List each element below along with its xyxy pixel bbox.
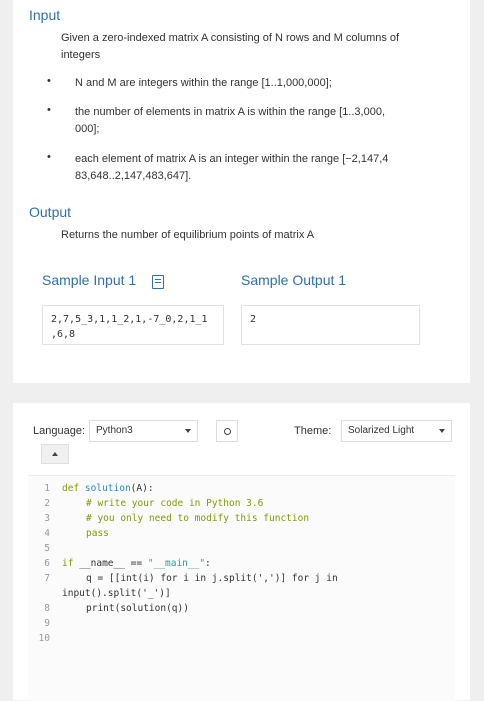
code-line: 10: [28, 631, 455, 646]
chevron-down-icon: [185, 429, 191, 433]
code-text: print(solution(q)): [86, 603, 189, 614]
line-number: 10: [38, 633, 50, 644]
code-text: input().split('_')]: [62, 588, 171, 599]
line-number: 8: [44, 603, 50, 614]
language-label: Language:: [33, 425, 85, 437]
line-number: 6: [44, 558, 50, 569]
output-heading: Output: [29, 204, 72, 220]
line-number: 7: [44, 573, 50, 584]
code-text: __name__: [79, 558, 125, 569]
sample-output-box: 2: [241, 305, 420, 345]
code-line: 6 if __name__ == "__main__":: [28, 556, 455, 571]
copy-icon[interactable]: [152, 275, 164, 289]
sample-input-title: Sample Input 1: [42, 272, 137, 288]
theme-label: Theme:: [294, 425, 332, 437]
line-number: 1: [44, 483, 50, 494]
input-intro-line2: integers: [61, 49, 101, 61]
code-text: (A):: [130, 483, 154, 494]
bullet-2-line1: the number of elements in matrix A is wi…: [75, 106, 386, 118]
code-editor[interactable]: 1 def solution(A): 2 # write your code i…: [28, 475, 455, 701]
function-name: solution: [84, 483, 131, 494]
code-line: 3 # you only need to modify this functio…: [28, 511, 455, 526]
line-number: 9: [44, 618, 50, 629]
code-line: 5: [28, 541, 455, 556]
sample-input-line1: 2,7,5_3,1,1_2,1,-7_0,2,1_1: [51, 314, 208, 325]
bullet-3-line2: 83,648..2,147,483,647].: [75, 170, 192, 182]
code-line: 2 # write your code in Python 3.6: [28, 496, 455, 511]
code-line: 8 print(solution(q)): [28, 601, 455, 616]
code-line: 9: [28, 616, 455, 631]
line-number: 4: [44, 528, 50, 539]
code-text: ==: [124, 558, 148, 569]
sample-input-box: 2,7,5_3,1,1_2,1,-7_0,2,1_1 ,6,8: [42, 305, 224, 345]
code-string: "__main__": [147, 558, 206, 569]
bullet-dot: •: [47, 104, 51, 116]
code-line: input().split('_')]: [28, 586, 455, 601]
language-value: Python3: [96, 425, 133, 436]
output-text: Returns the number of equilibrium points…: [61, 229, 315, 241]
reset-icon: [224, 428, 231, 435]
code-line: 1 def solution(A):: [28, 481, 455, 496]
input-heading: Input: [29, 7, 61, 23]
keyword: if: [62, 558, 74, 569]
code-comment: # write your code in Python 3.6: [86, 498, 264, 509]
theme-select[interactable]: Solarized Light: [341, 420, 452, 442]
chevron-up-icon: [52, 452, 58, 456]
code-text: q = [[int(i) for i in j.split(',')] for …: [86, 573, 338, 584]
bullet-2-line2: 000];: [75, 123, 100, 135]
sample-output-value: 2: [250, 314, 257, 325]
code-line: 7 q = [[int(i) for i in j.split(',')] fo…: [28, 571, 455, 586]
theme-value: Solarized Light: [348, 425, 415, 436]
bullet-dot: •: [47, 151, 51, 163]
collapse-button[interactable]: [41, 444, 69, 464]
keyword: pass: [86, 528, 109, 539]
code-line: 4 pass: [28, 526, 455, 541]
keyword: def: [62, 483, 80, 494]
chevron-down-icon: [439, 429, 445, 433]
bullet-3-line1: each element of matrix A is an integer w…: [75, 153, 389, 165]
code-text: :: [205, 558, 211, 569]
line-number: 2: [44, 498, 50, 509]
input-intro-line1: Given a zero-indexed matrix A consisting…: [61, 32, 400, 44]
sample-output-title: Sample Output 1: [241, 272, 347, 288]
sample-input-line2: ,6,8: [51, 329, 76, 340]
reset-code-button[interactable]: [216, 420, 238, 442]
bullet-dot: •: [47, 75, 51, 87]
language-select[interactable]: Python3: [89, 420, 198, 442]
line-number: 5: [44, 543, 50, 554]
line-number: 3: [44, 513, 50, 524]
bullet-1-line1: N and M are integers within the range [1…: [75, 77, 332, 89]
code-comment: # you only need to modify this function: [86, 513, 310, 524]
